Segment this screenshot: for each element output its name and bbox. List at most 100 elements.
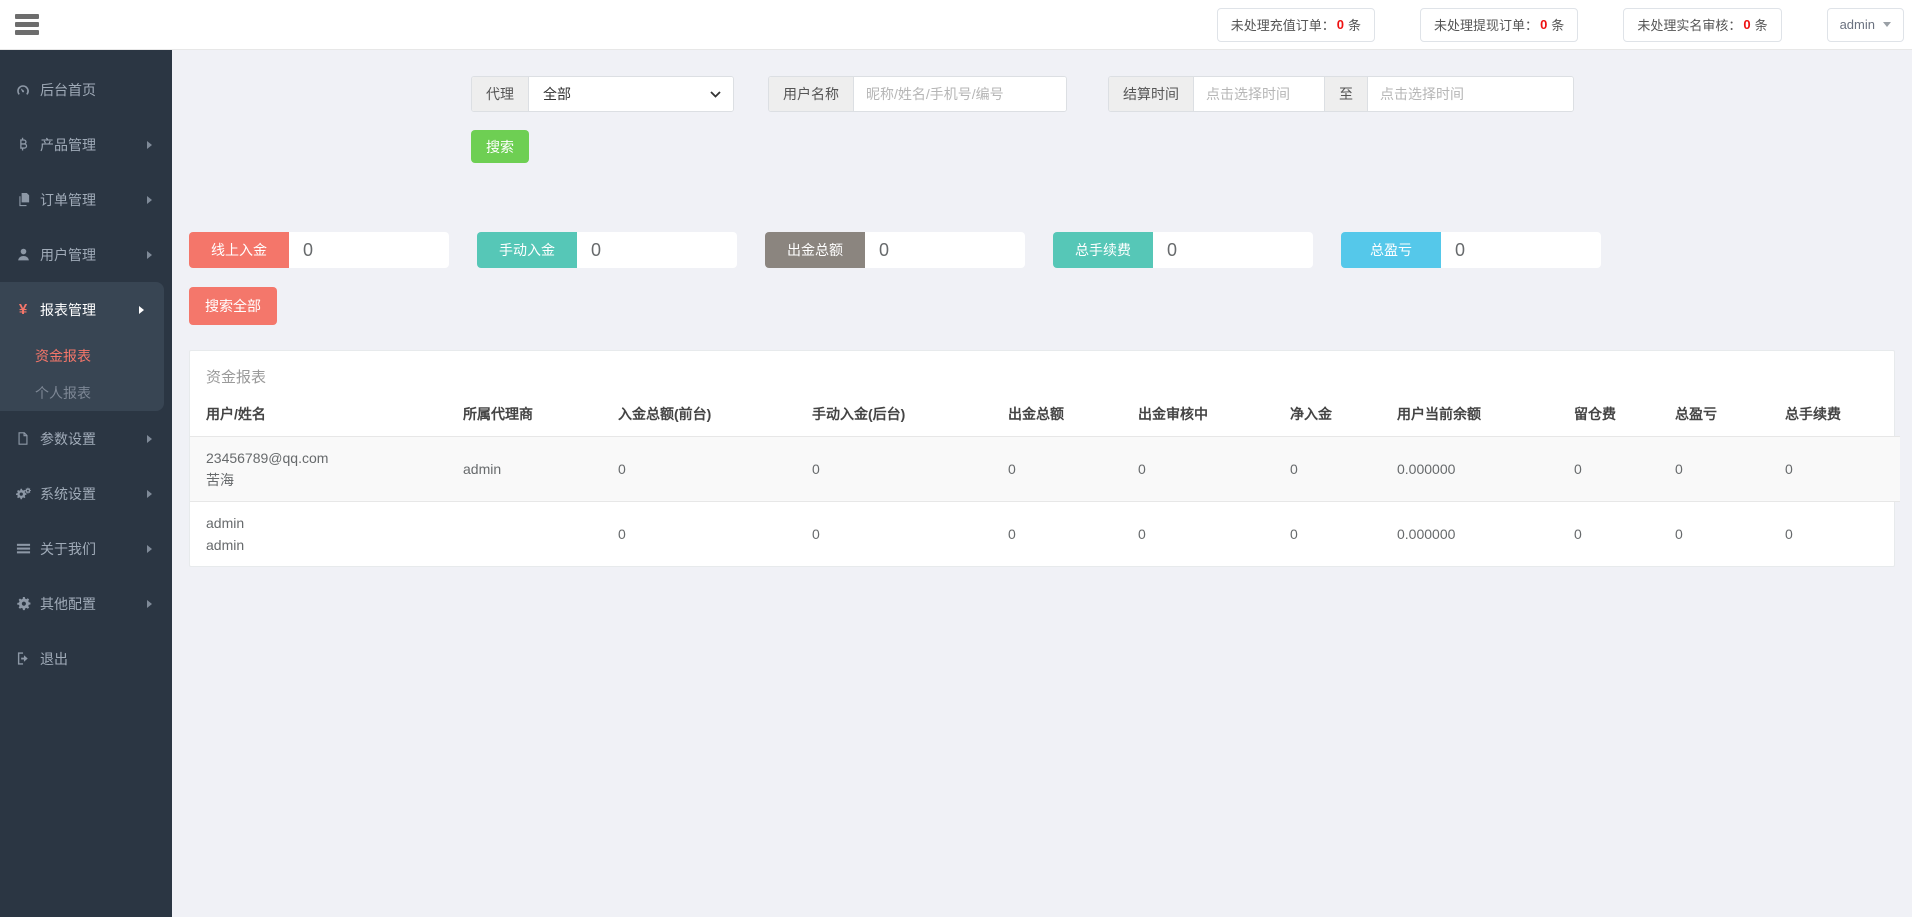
badge-suffix: 条 [1551,15,1564,34]
stat-label: 总盈亏 [1341,232,1441,268]
fund-report-panel: 资金报表 用户/姓名 所属代理商 入金总额(前台) 手动入金(后台) 出金总额 … [189,350,1895,567]
value-cell: 0 [610,437,804,502]
sidebar-item-products[interactable]: 产品管理 [0,117,172,172]
gears-icon [14,486,32,502]
stat-label: 出金总额 [765,232,865,268]
sidebar-item-orders[interactable]: 订单管理 [0,172,172,227]
sidebar-item-label: 用户管理 [40,245,96,265]
chevron-right-icon [147,545,152,553]
admin-user-dropdown[interactable]: admin [1827,8,1904,42]
sidebar-item-label: 系统设置 [40,484,96,504]
topbar-right: 未处理充值订单： 0 条 未处理提现订单： 0 条 未处理实名审核： 0 条 a… [1217,8,1904,42]
value-cell: 0 [1777,502,1900,567]
user-nickname: 苦海 [206,469,447,491]
badge-label: 未处理充值订单： [1231,15,1335,34]
value-cell: 0 [1667,502,1777,567]
settle-time-filter-group: 结算时间 至 [1108,76,1574,112]
value-cell: 0 [804,502,1000,567]
value-cell: 0 [1282,502,1389,567]
agent-filter-group: 代理 全部 [471,76,734,112]
stat-online-deposit: 线上入金 0 [189,232,449,268]
caret-down-icon [1883,22,1891,27]
value-cell: 0 [1130,437,1282,502]
stat-value: 0 [289,232,449,268]
table-row: 23456789@qq.com 苦海 admin 0 0 0 0 0 0.000… [190,437,1900,502]
list-icon [14,541,32,556]
agent-cell: admin [455,437,610,502]
table-header-row: 用户/姓名 所属代理商 入金总额(前台) 手动入金(后台) 出金总额 出金审核中… [190,395,1900,437]
sidebar-item-about[interactable]: 关于我们 [0,521,172,576]
column-header: 出金审核中 [1130,395,1282,437]
sidebar-item-logout[interactable]: 退出 [0,631,172,686]
column-header: 入金总额(前台) [610,395,804,437]
sidebar-item-other-config[interactable]: 其他配置 [0,576,172,631]
sidebar-item-system[interactable]: 系统设置 [0,466,172,521]
column-header: 净入金 [1282,395,1389,437]
stat-value: 0 [577,232,737,268]
admin-username: admin [1840,17,1875,32]
user-cell: 23456789@qq.com 苦海 [190,437,455,502]
gear-icon [14,596,32,611]
sidebar-item-reports[interactable]: ¥ 报表管理 [0,282,164,337]
dashboard-icon [14,82,32,98]
value-cell: 0 [1000,437,1130,502]
fund-report-table: 用户/姓名 所属代理商 入金总额(前台) 手动入金(后台) 出金总额 出金审核中… [190,395,1900,566]
stat-total-fee: 总手续费 0 [1053,232,1313,268]
topbar: 未处理充值订单： 0 条 未处理提现订单： 0 条 未处理实名审核： 0 条 a… [0,0,1912,50]
sidebar-item-params[interactable]: 参数设置 [0,411,172,466]
column-header: 用户/姓名 [190,395,455,437]
badge-count: 0 [1540,17,1547,32]
chevron-right-icon [147,600,152,608]
sidebar-item-label: 报表管理 [40,300,96,320]
stat-value: 0 [1441,232,1601,268]
settle-end-input[interactable] [1368,77,1573,111]
stat-label: 总手续费 [1053,232,1153,268]
value-cell: 0 [1000,502,1130,567]
sidebar-subitem-fund-report[interactable]: 资金报表 [0,337,164,374]
agent-select[interactable]: 全部 [529,77,733,111]
pending-kyc-badge[interactable]: 未处理实名审核： 0 条 [1623,8,1781,42]
value-cell: 0 [1282,437,1389,502]
value-cell: 0 [610,502,804,567]
search-button[interactable]: 搜索 [471,130,529,163]
stat-value: 0 [1153,232,1313,268]
sidebar-item-dashboard[interactable]: 后台首页 [0,62,172,117]
column-header: 手动入金(后台) [804,395,1000,437]
sidebar: 后台首页 产品管理 订单管理 用户管理 ¥ 报表管理 [0,50,172,917]
value-cell: 0.000000 [1389,502,1566,567]
sidebar-subitem-personal-report[interactable]: 个人报表 [0,374,164,411]
subitem-label: 资金报表 [35,346,91,366]
username-filter-group: 用户名称 [768,76,1067,112]
bitcoin-icon [14,137,32,152]
sidebar-item-label: 退出 [40,649,68,669]
settle-time-label: 结算时间 [1109,77,1194,111]
sidebar-item-label: 参数设置 [40,429,96,449]
panel-title: 资金报表 [190,351,1894,395]
value-cell: 0 [1566,502,1667,567]
username-label: 用户名称 [769,77,854,111]
badge-suffix: 条 [1755,15,1768,34]
column-header: 出金总额 [1000,395,1130,437]
sidebar-item-label: 关于我们 [40,539,96,559]
value-cell: 0.000000 [1389,437,1566,502]
sidebar-item-label: 订单管理 [40,190,96,210]
column-header: 所属代理商 [455,395,610,437]
filter-row: 代理 全部 用户名称 结算时间 至 [471,76,1895,112]
sidebar-item-users[interactable]: 用户管理 [0,227,172,282]
username-input[interactable] [854,77,1066,111]
stat-total-pnl: 总盈亏 0 [1341,232,1601,268]
search-all-button[interactable]: 搜索全部 [189,287,277,325]
column-header: 总盈亏 [1667,395,1777,437]
table-row: admin admin 0 0 0 0 0 0.000000 0 0 0 [190,502,1900,567]
stat-total-withdraw: 出金总额 0 [765,232,1025,268]
pending-withdraw-badge[interactable]: 未处理提现订单： 0 条 [1420,8,1578,42]
orders-copy-icon [14,192,32,207]
agent-cell [455,502,610,567]
pending-recharge-badge[interactable]: 未处理充值订单： 0 条 [1217,8,1375,42]
settle-start-input[interactable] [1194,77,1324,111]
badge-label: 未处理实名审核： [1637,15,1741,34]
chevron-right-icon [139,306,144,314]
hamburger-menu-icon[interactable] [15,11,39,38]
stats-row: 线上入金 0 手动入金 0 出金总额 0 总手续费 0 总盈亏 0 [189,232,1895,268]
chevron-right-icon [147,141,152,149]
